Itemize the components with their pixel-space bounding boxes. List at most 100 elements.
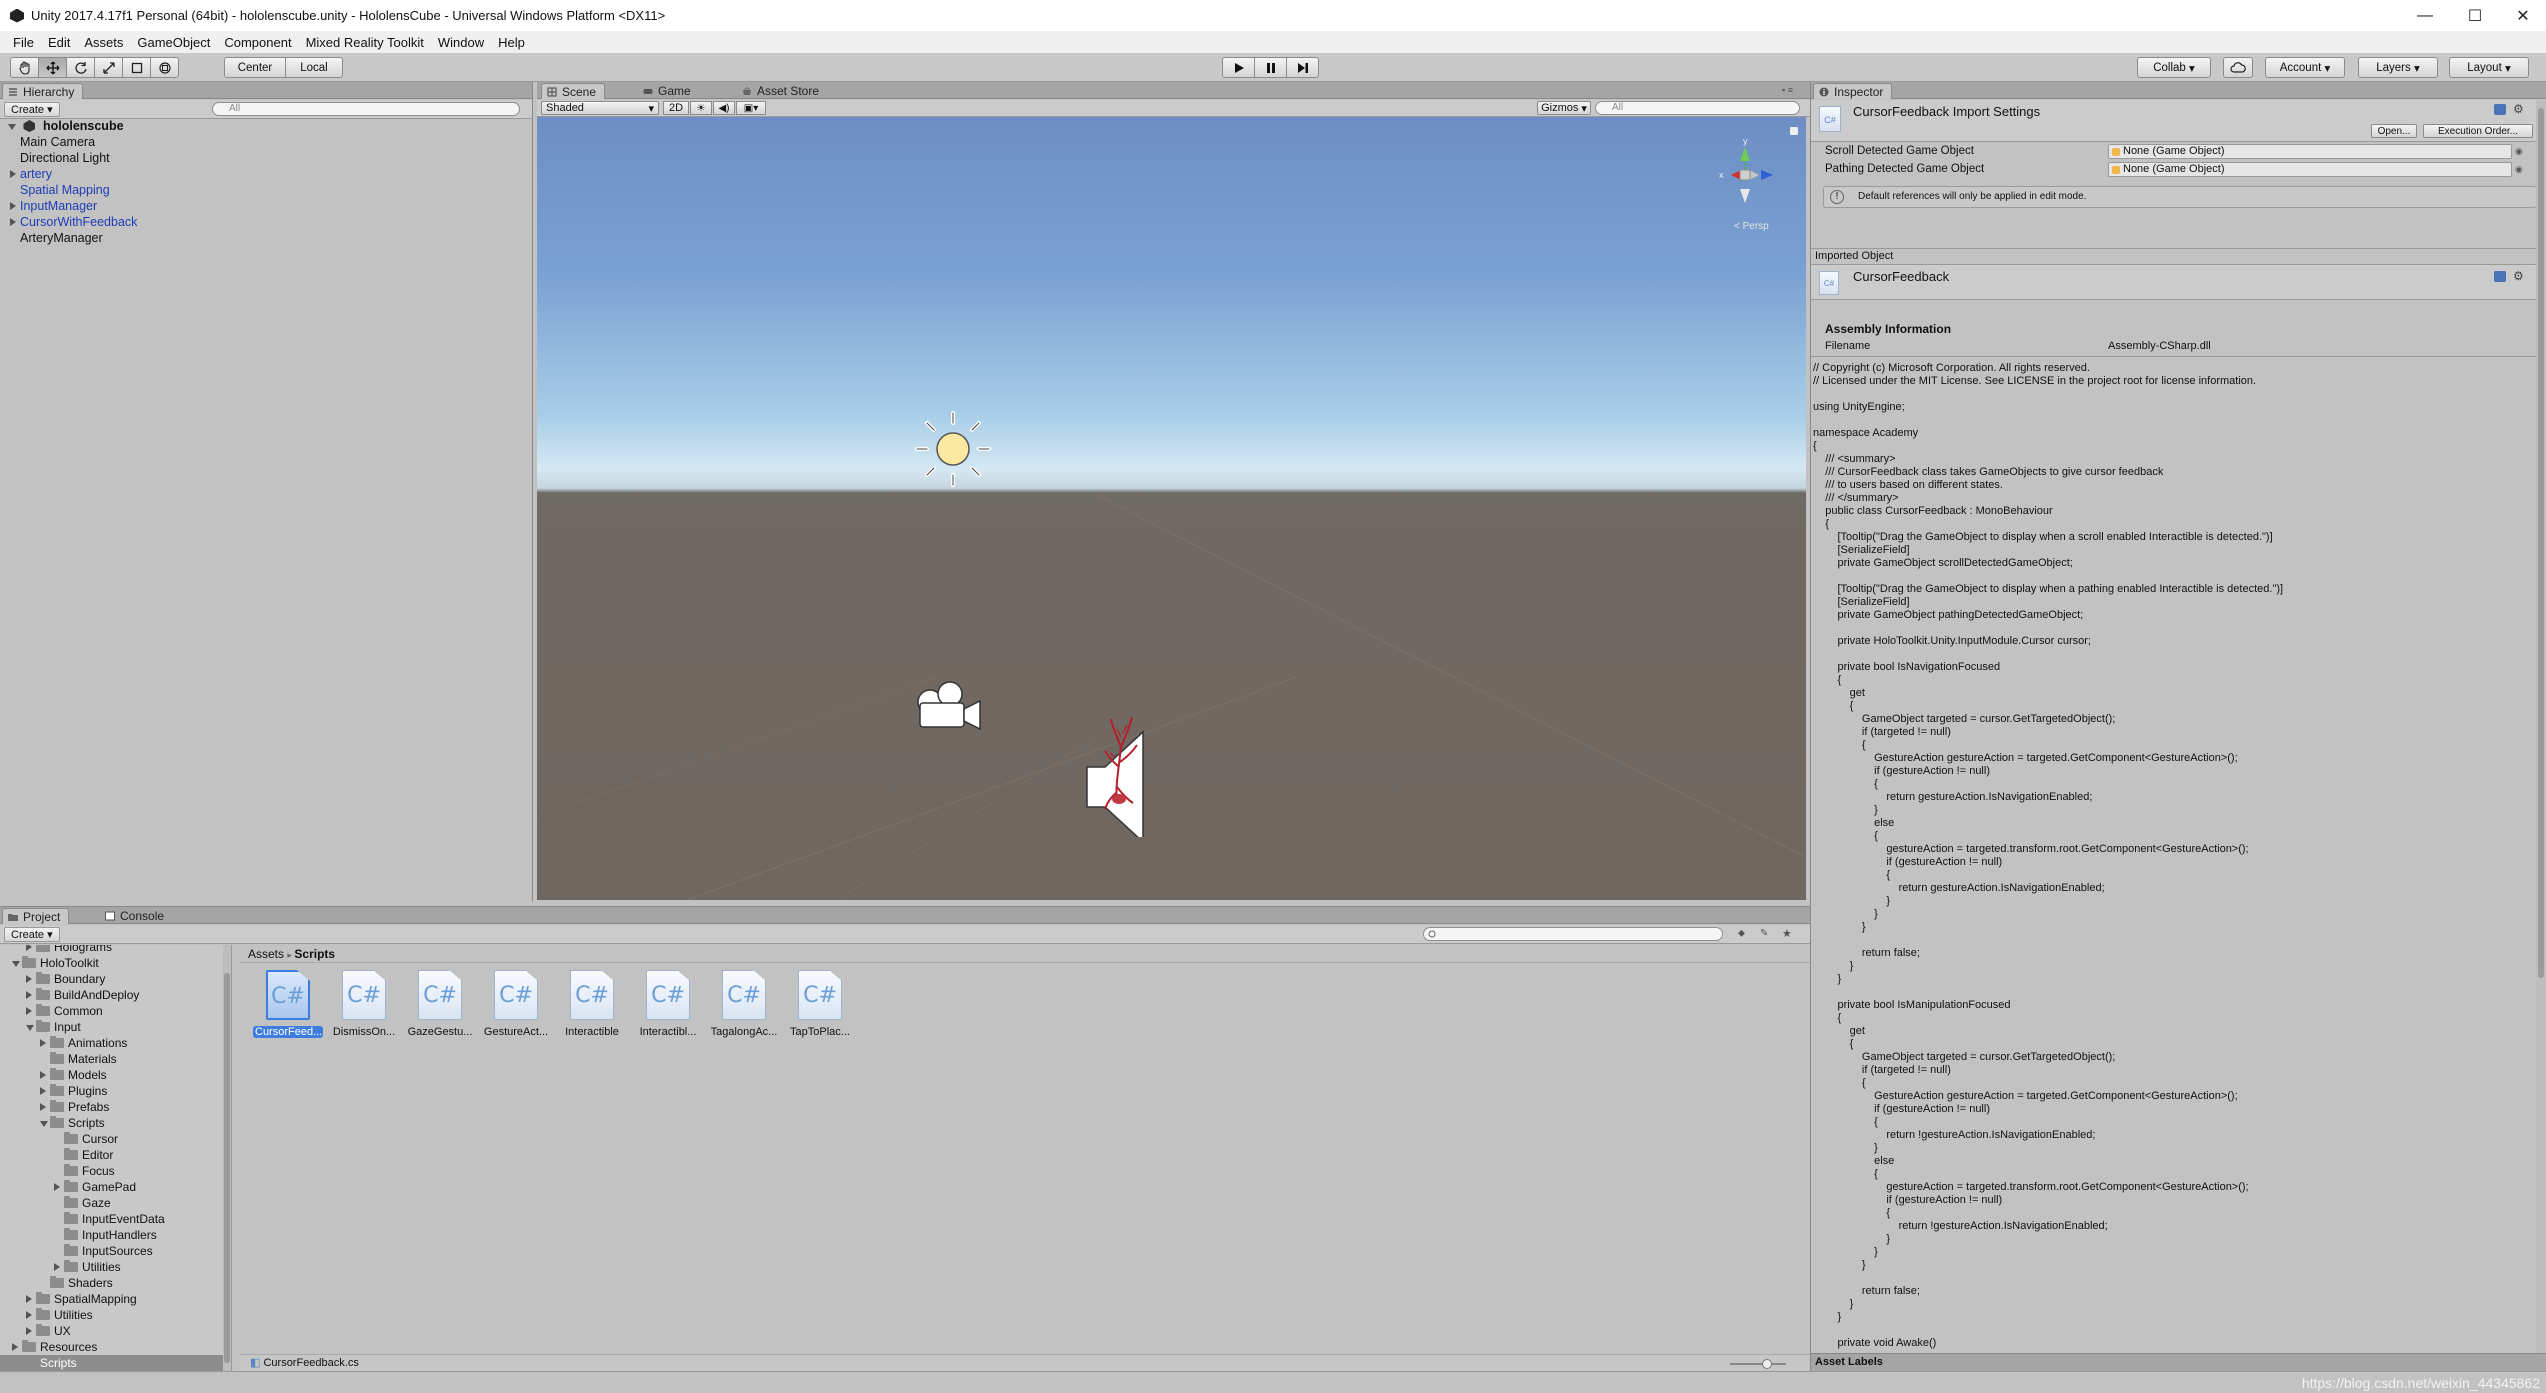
axis-gizmo[interactable]: y x < Persp: [1707, 127, 1797, 237]
favorite-star-icon[interactable]: ★: [1782, 927, 1792, 940]
effects-dropdown[interactable]: ▣▾: [736, 101, 766, 115]
tree-scrollbar-thumb[interactable]: [224, 973, 230, 1363]
audio-toggle[interactable]: ◀): [713, 101, 735, 115]
rect-tool-button[interactable]: [122, 57, 151, 78]
filter-by-type-icon[interactable]: ⬥: [1738, 928, 1745, 939]
expand-arrow-icon[interactable]: [26, 987, 36, 1003]
rotate-tool-button[interactable]: [66, 57, 95, 78]
directional-light-icon[interactable]: [903, 399, 1003, 499]
tab-scene[interactable]: Scene: [541, 83, 606, 99]
folder-tree-item[interactable]: Materials: [0, 1051, 224, 1067]
hierarchy-item[interactable]: Main Camera: [20, 134, 95, 150]
folder-tree-item[interactable]: Resources: [0, 1339, 224, 1355]
close-button[interactable]: ✕: [2500, 0, 2546, 31]
gizmos-dropdown[interactable]: Gizmos ▾: [1537, 101, 1591, 115]
menu-window[interactable]: Window: [431, 35, 491, 50]
folder-tree-item[interactable]: Scripts: [0, 1355, 224, 1371]
hierarchy-item[interactable]: Directional Light: [20, 150, 110, 166]
maximize-button[interactable]: ☐: [2452, 0, 2498, 31]
script-asset[interactable]: C# CursorFeed...: [253, 970, 323, 1050]
folder-tree-item[interactable]: GamePad: [0, 1179, 224, 1195]
folder-tree-item[interactable]: InputEventData: [0, 1211, 224, 1227]
play-button[interactable]: [1222, 57, 1255, 78]
settings-gear-icon[interactable]: ⚙: [2513, 269, 2524, 283]
script-asset[interactable]: C# Interactible: [557, 970, 627, 1050]
open-button[interactable]: Open...: [2371, 124, 2417, 138]
menu-component[interactable]: Component: [217, 35, 298, 50]
expand-arrow-icon[interactable]: [26, 1003, 36, 1019]
menu-file[interactable]: File: [6, 35, 41, 50]
menu-mixed-reality-toolkit[interactable]: Mixed Reality Toolkit: [299, 35, 431, 50]
expand-arrow-icon[interactable]: [26, 945, 36, 955]
folder-tree-item[interactable]: SpatialMapping: [0, 1291, 224, 1307]
folder-tree-item[interactable]: BuildAndDeploy: [0, 987, 224, 1003]
lock-icon[interactable]: [1790, 127, 1798, 135]
expand-arrow-icon[interactable]: [8, 124, 16, 130]
scene-search-input[interactable]: All: [1595, 101, 1800, 115]
hierarchy-search-input[interactable]: All: [212, 102, 520, 116]
asset-labels-bar[interactable]: Asset Labels: [1811, 1353, 2546, 1371]
hierarchy-item[interactable]: Spatial Mapping: [20, 182, 110, 198]
scene-root[interactable]: hololenscube: [8, 118, 124, 134]
folder-tree-item[interactable]: Common: [0, 1003, 224, 1019]
account-dropdown[interactable]: Account ▾: [2265, 57, 2345, 78]
cloud-button[interactable]: [2223, 57, 2253, 78]
hierarchy-item[interactable]: artery: [10, 166, 52, 182]
pause-button[interactable]: [1254, 57, 1287, 78]
folder-tree-item[interactable]: Utilities: [0, 1307, 224, 1323]
pivot-local-button[interactable]: Local: [285, 57, 343, 78]
scale-tool-button[interactable]: [94, 57, 123, 78]
shading-mode-dropdown[interactable]: Shaded ▾: [541, 101, 659, 115]
slider-thumb[interactable]: [1762, 1359, 1772, 1369]
expand-arrow-icon[interactable]: [26, 1307, 36, 1323]
menu-gameobject[interactable]: GameObject: [130, 35, 217, 50]
folder-tree-item[interactable]: Cursor: [0, 1131, 224, 1147]
script-asset[interactable]: C# GestureAct...: [481, 970, 551, 1050]
step-button[interactable]: [1286, 57, 1319, 78]
hierarchy-item[interactable]: ArteryManager: [20, 230, 103, 246]
hierarchy-item[interactable]: CursorWithFeedback: [10, 214, 137, 230]
script-asset[interactable]: C# Interactibl...: [633, 970, 703, 1050]
expand-arrow-icon[interactable]: [40, 1035, 50, 1051]
menu-help[interactable]: Help: [491, 35, 532, 50]
hand-tool-button[interactable]: [10, 57, 39, 78]
object-picker-icon[interactable]: ◉: [2515, 164, 2523, 175]
panel-menu[interactable]: ▪ ≡: [1782, 82, 1810, 99]
folder-tree-item[interactable]: Holograms: [0, 945, 224, 955]
icon-size-slider[interactable]: [1730, 1359, 1786, 1369]
expand-arrow-icon[interactable]: [26, 1019, 36, 1035]
folder-tree-item[interactable]: Scripts: [0, 1115, 224, 1131]
filter-by-label-icon[interactable]: ✎: [1760, 928, 1768, 939]
2d-toggle[interactable]: 2D: [663, 101, 689, 115]
inspector-scrollbar-thumb[interactable]: [2538, 108, 2544, 978]
pathing-object-field[interactable]: None (Game Object): [2108, 162, 2512, 177]
project-search-input[interactable]: [1423, 927, 1723, 941]
script-asset[interactable]: C# DismissOn...: [329, 970, 399, 1050]
folder-tree-item[interactable]: Gaze: [0, 1195, 224, 1211]
expand-arrow-icon[interactable]: [40, 1115, 50, 1131]
tab-console[interactable]: Console: [100, 908, 172, 924]
script-asset[interactable]: C# TagalongAc...: [709, 970, 779, 1050]
project-create-button[interactable]: Create ▾: [4, 927, 60, 942]
expand-arrow-icon[interactable]: [26, 1323, 36, 1339]
expand-arrow-icon[interactable]: [40, 1083, 50, 1099]
folder-tree-item[interactable]: Boundary: [0, 971, 224, 987]
collab-button[interactable]: Collab ▾: [2137, 57, 2211, 78]
folder-tree-item[interactable]: Focus: [0, 1163, 224, 1179]
tree-scrollbar[interactable]: [223, 945, 231, 1371]
help-book-icon[interactable]: [2494, 104, 2506, 115]
scene-viewport[interactable]: y x < Persp: [537, 117, 1806, 900]
menu-assets[interactable]: Assets: [77, 35, 130, 50]
folder-tree-item[interactable]: Prefabs: [0, 1099, 224, 1115]
audio-source-icon[interactable]: [1077, 707, 1167, 837]
hierarchy-item[interactable]: InputManager: [10, 198, 97, 214]
expand-arrow-icon[interactable]: [54, 1179, 64, 1195]
folder-tree-item[interactable]: InputSources: [0, 1243, 224, 1259]
object-picker-icon[interactable]: ◉: [2515, 146, 2523, 157]
expand-arrow-icon[interactable]: [12, 955, 22, 971]
expand-arrow-icon[interactable]: [12, 1339, 22, 1355]
script-asset[interactable]: C# GazeGestu...: [405, 970, 475, 1050]
execution-order-button[interactable]: Execution Order...: [2423, 124, 2533, 138]
help-book-icon[interactable]: [2494, 271, 2506, 282]
transform-tool-button[interactable]: [150, 57, 179, 78]
